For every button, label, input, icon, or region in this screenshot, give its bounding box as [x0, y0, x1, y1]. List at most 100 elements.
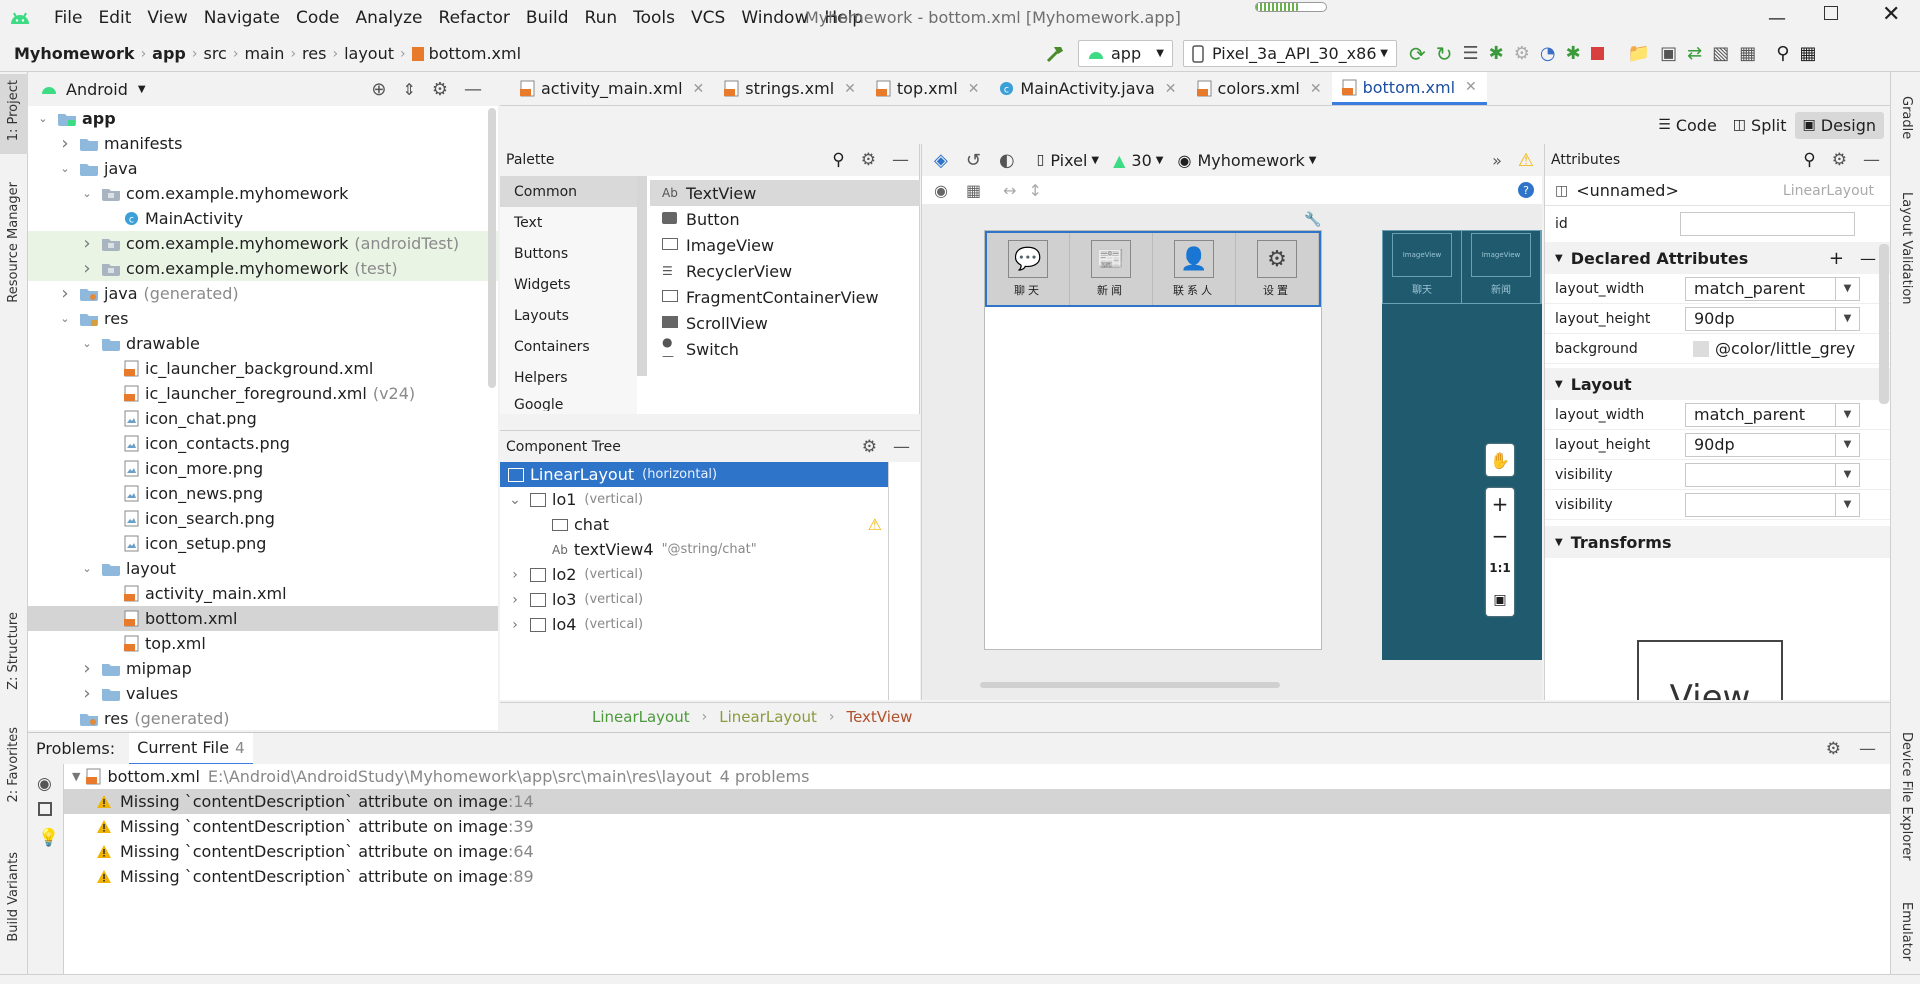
- project-tree-item[interactable]: › java (generated): [28, 281, 498, 306]
- attribute-value-field[interactable]: match_parent ▼: [1685, 276, 1860, 301]
- chevron-right-icon[interactable]: ›: [58, 283, 72, 304]
- palette-category[interactable]: Buttons: [500, 238, 637, 269]
- declared-attributes-section[interactable]: ▼ Declared Attributes + —: [1545, 242, 1890, 274]
- chevron-down-icon[interactable]: ▼: [1835, 277, 1859, 300]
- hide-panel-icon[interactable]: —: [892, 150, 909, 170]
- device-select[interactable]: Pixel_3a_API_30_x86 ▼: [1183, 40, 1397, 67]
- tab-mainactivity-java[interactable]: c MainActivity.java ✕: [989, 72, 1186, 105]
- project-tree-item[interactable]: ic_launcher_background.xml: [28, 356, 498, 381]
- menu-tools[interactable]: Tools: [625, 8, 683, 28]
- close-icon[interactable]: ✕: [1310, 81, 1322, 97]
- palette-category[interactable]: Common: [500, 176, 637, 207]
- transforms-section[interactable]: ▼ Transforms: [1545, 526, 1890, 558]
- project-tree-item[interactable]: ⌄ res: [28, 306, 498, 331]
- attach-debugger-icon[interactable]: ⚙: [1514, 43, 1530, 64]
- palette-item[interactable]: FragmentContainerView: [650, 284, 920, 310]
- project-tree-item[interactable]: ⌄ java: [28, 156, 498, 181]
- attribute-value-field[interactable]: @color/little_grey: [1685, 336, 1865, 361]
- avd-manager-icon[interactable]: ▣: [1660, 43, 1677, 64]
- chevron-down-icon[interactable]: ▼: [1835, 463, 1859, 486]
- chevron-down-icon[interactable]: ⌄: [58, 162, 72, 175]
- project-tree-item[interactable]: icon_more.png: [28, 456, 498, 481]
- tab-top-xml[interactable]: top.xml ✕: [866, 72, 990, 105]
- chevron-down-icon[interactable]: ▼: [1835, 403, 1859, 426]
- menu-view[interactable]: View: [139, 8, 195, 28]
- night-mode-icon[interactable]: ◐: [999, 150, 1015, 171]
- add-attribute-icon[interactable]: +: [1829, 248, 1844, 269]
- pan-hand-button[interactable]: ✋: [1486, 444, 1514, 476]
- menu-code[interactable]: Code: [288, 8, 348, 28]
- problem-row[interactable]: Missing `contentDescription` attribute o…: [64, 814, 1890, 839]
- chevron-down-icon[interactable]: ▼: [1835, 493, 1859, 516]
- palette-item[interactable]: ●— Switch: [650, 335, 920, 363]
- chevron-right-icon[interactable]: ›: [508, 617, 522, 633]
- project-structure-icon[interactable]: 📁: [1628, 43, 1650, 64]
- breadcrumb-item[interactable]: Myhomework: [8, 44, 141, 63]
- split-mode-button[interactable]: ◫ Split: [1725, 112, 1795, 139]
- chevron-right-icon[interactable]: ›: [58, 133, 72, 154]
- memory-indicator[interactable]: [1255, 2, 1327, 12]
- chevron-down-icon[interactable]: ⌄: [80, 337, 94, 350]
- breadcrumb-item[interactable]: res: [296, 44, 332, 63]
- component-tree-node[interactable]: chat ⚠: [500, 512, 888, 537]
- tool-window-favorites[interactable]: 2: Favorites: [6, 727, 21, 803]
- project-tree-item[interactable]: icon_contacts.png: [28, 431, 498, 456]
- chevron-right-icon[interactable]: ›: [80, 658, 94, 679]
- id-input[interactable]: [1680, 212, 1855, 236]
- chevron-right-icon[interactable]: ›: [80, 258, 94, 279]
- gear-icon[interactable]: ⚙: [1832, 150, 1847, 170]
- problem-row[interactable]: Missing `contentDescription` attribute o…: [64, 789, 1890, 814]
- tab-bottom-xml[interactable]: bottom.xml ✕: [1331, 72, 1487, 105]
- project-view-select[interactable]: Android: [66, 80, 128, 99]
- breadcrumb-item[interactable]: src: [197, 44, 232, 63]
- api-level-select[interactable]: 30: [1131, 151, 1151, 170]
- layout-inspector-icon[interactable]: ▦: [1739, 43, 1756, 64]
- project-tree-item[interactable]: › manifests: [28, 131, 498, 156]
- warning-icon[interactable]: ⚠: [868, 515, 882, 534]
- project-tree-item[interactable]: icon_chat.png: [28, 406, 498, 431]
- lightbulb-icon[interactable]: 💡: [38, 828, 63, 848]
- project-tree-item[interactable]: ⌄ layout: [28, 556, 498, 581]
- menu-edit[interactable]: Edit: [90, 8, 139, 28]
- locate-file-icon[interactable]: ⊕: [371, 79, 386, 100]
- project-tree-item[interactable]: › values: [28, 681, 498, 706]
- problem-row[interactable]: Missing `contentDescription` attribute o…: [64, 864, 1890, 889]
- tool-window-emulator[interactable]: Emulator: [1899, 902, 1914, 961]
- vertical-expand-icon[interactable]: ↕: [1029, 181, 1042, 200]
- design-crumb-root[interactable]: LinearLayout: [592, 708, 690, 726]
- theme-select[interactable]: Myhomework: [1197, 151, 1304, 170]
- collapse-all-icon[interactable]: ⇕: [402, 80, 415, 99]
- tool-window-structure[interactable]: Z: Structure: [6, 612, 21, 690]
- search-everywhere-icon[interactable]: ⚲: [1776, 43, 1789, 64]
- bottom-bar-preview[interactable]: 💬 聊天 📰 新闻 👤 联系人 ⚙ 设置: [985, 231, 1321, 307]
- component-tree-node[interactable]: ⌄ lo1 (vertical): [500, 487, 888, 512]
- eye-icon[interactable]: ◉: [37, 774, 63, 794]
- zoom-fit-button[interactable]: ▣: [1486, 584, 1514, 616]
- more-actions-icon[interactable]: »: [1492, 151, 1502, 170]
- chevron-right-icon[interactable]: ›: [80, 683, 94, 704]
- layout-section[interactable]: ▼ Layout: [1545, 368, 1890, 400]
- tool-window-build-variants[interactable]: Build Variants: [6, 852, 21, 942]
- close-icon[interactable]: ✕: [968, 81, 980, 97]
- chevron-right-icon[interactable]: ›: [508, 567, 522, 583]
- chevron-down-icon[interactable]: ⌄: [58, 312, 72, 325]
- layers-icon[interactable]: ◈: [934, 150, 948, 171]
- hide-panel-icon[interactable]: —: [1859, 739, 1876, 759]
- problem-row[interactable]: Missing `contentDescription` attribute o…: [64, 839, 1890, 864]
- chevron-right-icon[interactable]: ›: [508, 592, 522, 608]
- project-tree-item[interactable]: c MainActivity: [28, 206, 498, 231]
- tab-activity_main-xml[interactable]: activity_main.xml ✕: [510, 72, 714, 105]
- palette-item[interactable]: Ab TextView: [650, 180, 920, 206]
- attribute-value-field[interactable]: 90dp ▼: [1685, 306, 1860, 331]
- project-tree-item[interactable]: › mipmap: [28, 656, 498, 681]
- palette-item[interactable]: ImageView: [650, 232, 920, 258]
- project-tree-item[interactable]: ⌄ app: [28, 106, 498, 131]
- hammer-build-icon[interactable]: [1044, 43, 1066, 65]
- run-config-select[interactable]: app ▼: [1078, 40, 1173, 67]
- project-tree-item[interactable]: icon_news.png: [28, 481, 498, 506]
- attribute-value-field[interactable]: ▼: [1685, 462, 1860, 487]
- breadcrumb-item[interactable]: bottom.xml: [406, 44, 527, 63]
- chevron-down-icon[interactable]: ▼: [138, 84, 146, 95]
- breadcrumb-item[interactable]: main: [238, 44, 290, 63]
- breadcrumb-item[interactable]: layout: [338, 44, 400, 63]
